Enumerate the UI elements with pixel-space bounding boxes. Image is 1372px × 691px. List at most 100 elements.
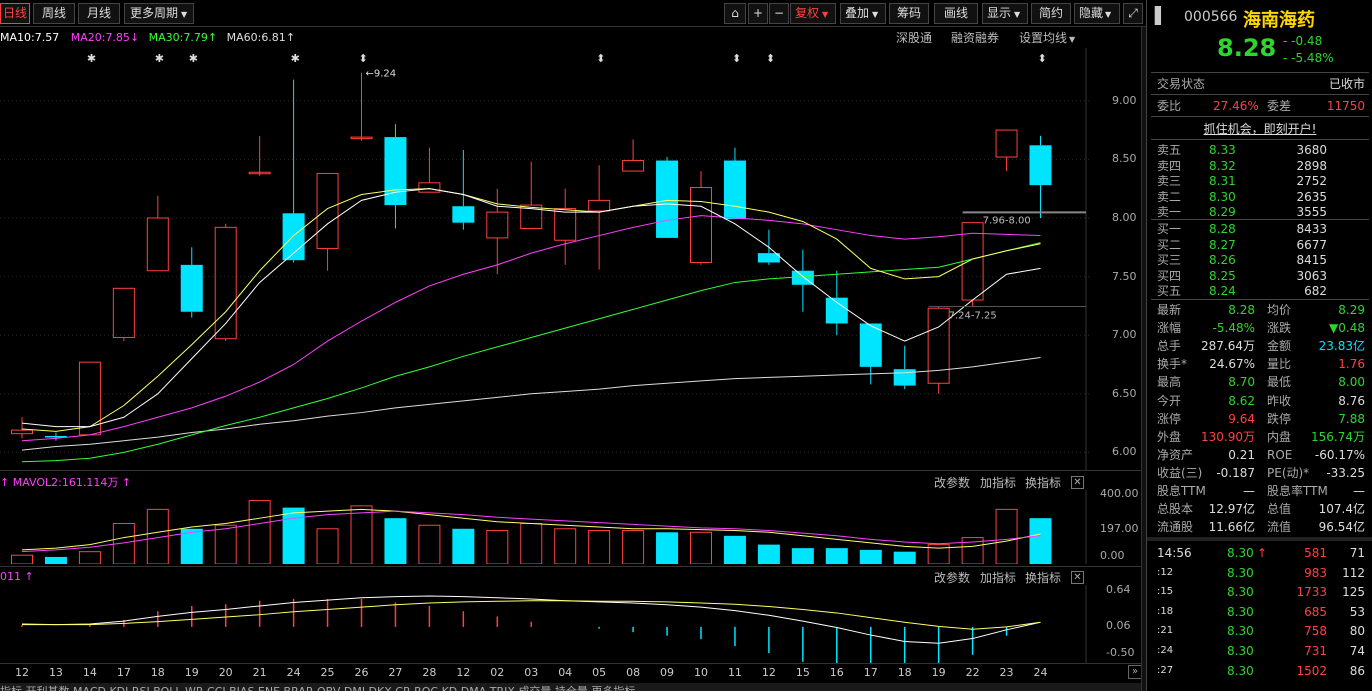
close-icon[interactable]: ✕ <box>1071 571 1084 584</box>
candle-down[interactable] <box>859 323 882 385</box>
event-marker-icon[interactable]: ✱ <box>189 52 198 65</box>
tick-row[interactable]: :24 8.30 731 74 <box>1147 642 1372 660</box>
candle-down[interactable] <box>723 147 746 220</box>
event-marker-icon[interactable]: ✱ <box>87 52 96 65</box>
volume-bar-down <box>825 548 848 564</box>
candle-up[interactable] <box>418 147 441 193</box>
candle-up[interactable] <box>146 195 169 272</box>
volume-bar-down <box>1029 518 1052 564</box>
candle-down[interactable] <box>656 157 679 238</box>
period-week-button[interactable]: 周线 <box>33 3 75 24</box>
candle-down[interactable] <box>1029 135 1052 218</box>
candle-up[interactable] <box>248 135 271 176</box>
fullscreen-icon[interactable]: ⤢ <box>1123 3 1143 24</box>
margin-trading-link[interactable]: 融资融券 <box>951 29 999 46</box>
event-marker-icon[interactable]: ⬍ <box>1038 52 1047 65</box>
close-icon[interactable]: ✕ <box>1071 476 1084 489</box>
macd-switch-indicator-button[interactable]: 换指标 <box>1025 569 1061 586</box>
candle-up[interactable] <box>622 139 645 172</box>
stat-value: 96.54亿 <box>1318 520 1365 535</box>
event-marker-icon[interactable]: ✱ <box>291 52 300 65</box>
volume-switch-indicator-button[interactable]: 换指标 <box>1025 474 1061 491</box>
candle-up[interactable] <box>78 361 101 436</box>
stat-label: 今开 <box>1157 393 1182 408</box>
candle-body <box>554 208 577 241</box>
candle-up[interactable] <box>995 129 1018 172</box>
bid-row[interactable]: 买四 8.25 3063 <box>1147 268 1372 284</box>
period-day-button[interactable]: 日线 <box>0 3 30 24</box>
open-account-link[interactable]: 抓住机会，即刻开户! <box>1147 120 1372 137</box>
display-dropdown[interactable]: 显示 ▼ <box>982 3 1028 24</box>
simple-mode-button[interactable]: 简约 <box>1031 3 1071 24</box>
range-low-label: 7.24-7.25 <box>949 310 997 321</box>
set-ma-dropdown[interactable]: 设置均线 ▼ <box>1019 29 1075 46</box>
candle-up[interactable] <box>588 165 611 270</box>
stat-row: 收益(三) -0.187 PE(动)* -33.25 <box>1147 464 1372 482</box>
bid-row[interactable]: 买三 8.26 8415 <box>1147 252 1372 268</box>
candlestick-chart[interactable]: ✱ ✱ ✱ ✱ ⬍ ⬍ ⬍ ⬍ ⬍ ←9.24 7.96-8.00 7.24-7.25 <box>0 48 1146 470</box>
candle-body <box>995 129 1018 158</box>
bid-row[interactable]: 买一 8.28 8433 <box>1147 221 1372 237</box>
event-marker-icon[interactable]: ⬍ <box>596 52 605 65</box>
candle-up[interactable] <box>316 172 339 271</box>
candle-down[interactable] <box>180 247 203 318</box>
event-marker-icon[interactable]: ⬍ <box>766 52 775 65</box>
draw-line-button[interactable]: 画线 <box>934 3 978 24</box>
ask-row[interactable]: 卖二 8.30 2635 <box>1147 189 1372 205</box>
caret-down-icon: ▼ <box>1069 35 1076 44</box>
tick-row[interactable]: :18 8.30 685 53 <box>1147 603 1372 621</box>
volume-add-indicator-button[interactable]: 加指标 <box>980 474 1016 491</box>
volume-bar-down <box>452 528 475 564</box>
candle-down[interactable] <box>893 345 916 390</box>
macd-add-indicator-button[interactable]: 加指标 <box>980 569 1016 586</box>
hide-dropdown[interactable]: 隐藏 ▼ <box>1074 3 1120 24</box>
overlay-dropdown[interactable]: 叠加 ▼ <box>840 3 886 24</box>
candle-up[interactable] <box>350 72 373 141</box>
candle-up[interactable] <box>554 188 577 265</box>
tick-row[interactable]: :12 8.30 983 112 <box>1147 564 1372 582</box>
caret-down-icon: ▼ <box>1105 10 1112 19</box>
tick-row[interactable]: :27 8.30 1502 86 <box>1147 662 1372 680</box>
candle-down[interactable] <box>791 249 814 312</box>
macd-params-button[interactable]: 改参数 <box>934 569 970 586</box>
candle-up[interactable] <box>520 161 543 230</box>
lock-icon[interactable]: ⌂ <box>724 3 746 24</box>
indicator-tabs[interactable]: 指标 开利基数 MACD KDJ RSI BOLL WR CCI BIAS EN… <box>0 683 1146 691</box>
macd-chart[interactable] <box>0 585 1146 663</box>
ask-row[interactable]: 卖四 8.32 2898 <box>1147 158 1372 174</box>
zoom-out-button[interactable]: − <box>769 3 789 24</box>
chips-button[interactable]: 筹码 <box>889 3 929 24</box>
event-marker-icon[interactable]: ✱ <box>155 52 164 65</box>
candle-body <box>723 160 746 220</box>
ask-row[interactable]: 卖一 8.29 3555 <box>1147 204 1372 220</box>
bid-row[interactable]: 买二 8.27 6677 <box>1147 237 1372 253</box>
scroll-right-icon[interactable]: » <box>1128 665 1142 679</box>
candle-up[interactable] <box>11 417 33 439</box>
tick-row[interactable]: :15 8.30 1733 125 <box>1147 583 1372 601</box>
collapse-icon[interactable]: ▌ <box>1155 6 1167 25</box>
candle-down[interactable] <box>44 432 67 441</box>
candle-up[interactable] <box>112 287 135 342</box>
volume-params-button[interactable]: 改参数 <box>934 474 970 491</box>
date-tick-label: 15 <box>795 666 810 679</box>
zoom-in-button[interactable]: + <box>748 3 768 24</box>
bid-row[interactable]: 买五 8.24 682 <box>1147 283 1372 299</box>
sgt-link[interactable]: 深股通 <box>896 29 932 46</box>
more-periods-dropdown[interactable]: 更多周期 ▼ <box>124 3 194 24</box>
candle-down[interactable] <box>452 149 475 230</box>
ma20-legend: MA20:7.85 <box>70 31 130 44</box>
period-month-button[interactable]: 月线 <box>78 3 120 24</box>
tick-row[interactable]: :21 8.30 758 80 <box>1147 622 1372 640</box>
candle-up[interactable] <box>927 307 950 394</box>
stock-name: 海南海药 <box>1243 10 1315 31</box>
fuquan-dropdown[interactable]: 复权 ▼ <box>790 3 836 24</box>
event-marker-icon[interactable]: ⬍ <box>359 52 368 65</box>
tick-count: 125 <box>1342 585 1365 600</box>
ma5-line <box>21 188 1041 432</box>
volume-chart[interactable] <box>0 490 1146 564</box>
ask-row[interactable]: 卖三 8.31 2752 <box>1147 173 1372 189</box>
ask-row[interactable]: 卖五 8.33 3680 <box>1147 142 1372 158</box>
event-marker-icon[interactable]: ⬍ <box>732 52 741 65</box>
candle-down[interactable] <box>384 124 407 229</box>
tick-row[interactable]: 14:56 8.30 ↑ 581 71 <box>1147 544 1372 562</box>
